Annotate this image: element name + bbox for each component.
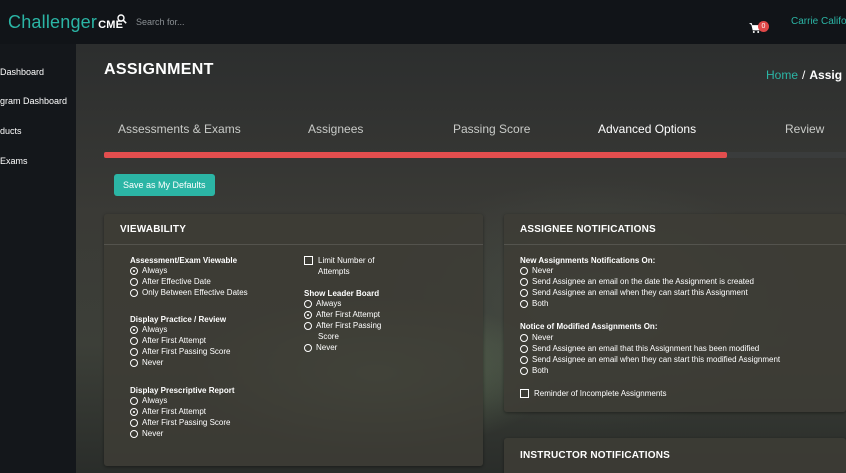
modified-option-email-modified[interactable]: Send Assignee an email that this Assignm… — [520, 344, 759, 354]
viewable-option-always[interactable]: Always — [130, 266, 167, 276]
radio[interactable] — [130, 348, 138, 356]
viewable-option-after-effective-date[interactable]: After Effective Date — [130, 277, 211, 287]
radio[interactable] — [304, 300, 312, 308]
radio[interactable] — [520, 356, 528, 364]
breadcrumb-separator: / — [802, 68, 806, 82]
radio-selected[interactable] — [130, 326, 138, 334]
radio-selected[interactable] — [130, 408, 138, 416]
checkbox[interactable] — [304, 256, 313, 265]
radio[interactable] — [130, 419, 138, 427]
modified-option-both[interactable]: Both — [520, 366, 548, 376]
page-title: ASSIGNMENT — [104, 61, 214, 78]
breadcrumb: Home / Assig — [766, 68, 842, 82]
leader-board-group-title: Show Leader Board — [304, 289, 380, 298]
leader-option-after-first-passing-line2: Score — [318, 332, 339, 341]
radio[interactable] — [130, 359, 138, 367]
new-option-email-on-created[interactable]: Send Assignee an email on the date the A… — [520, 277, 754, 287]
search-icon[interactable] — [117, 14, 127, 24]
tab-advanced-options[interactable]: Advanced Options — [598, 122, 696, 136]
radio-selected[interactable] — [304, 311, 312, 319]
radio[interactable] — [520, 367, 528, 375]
tab-passing-score[interactable]: Passing Score — [453, 122, 530, 136]
leader-option-after-first-attempt[interactable]: After First Attempt — [304, 310, 380, 320]
limit-attempts-label-line2: Attempts — [318, 267, 350, 276]
practice-option-after-first-attempt[interactable]: After First Attempt — [130, 336, 206, 346]
viewable-group-title: Assessment/Exam Viewable — [130, 256, 238, 265]
radio[interactable] — [130, 397, 138, 405]
sidebar: Dashboard gram Dashboard ducts Exams — [0, 44, 76, 473]
save-as-my-defaults-button[interactable]: Save as My Defaults — [114, 174, 215, 196]
viewability-panel-header: VIEWABILITY — [104, 214, 483, 245]
leader-option-always[interactable]: Always — [304, 299, 341, 309]
modified-option-email-start[interactable]: Send Assignee an email when they can sta… — [520, 355, 780, 365]
radio[interactable] — [520, 267, 528, 275]
radio[interactable] — [130, 337, 138, 345]
radio[interactable] — [130, 289, 138, 297]
tab-assessments-exams[interactable]: Assessments & Exams — [118, 122, 241, 136]
new-option-both[interactable]: Both — [520, 299, 548, 309]
viewable-option-between-dates[interactable]: Only Between Effective Dates — [130, 288, 248, 298]
sidebar-item-dashboard[interactable]: Dashboard — [0, 67, 44, 77]
prescriptive-option-after-first-attempt[interactable]: After First Attempt — [130, 407, 206, 417]
leader-option-never[interactable]: Never — [304, 343, 337, 353]
radio[interactable] — [130, 278, 138, 286]
brand-logo[interactable]: ChallengerCME — [8, 12, 123, 33]
breadcrumb-home-link[interactable]: Home — [766, 68, 798, 82]
radio[interactable] — [304, 344, 312, 352]
modified-option-never[interactable]: Never — [520, 333, 553, 343]
assignee-notifications-title: ASSIGNEE NOTIFICATIONS — [520, 224, 656, 235]
radio[interactable] — [520, 289, 528, 297]
sidebar-item-products[interactable]: ducts — [0, 126, 22, 136]
prescriptive-option-after-first-passing[interactable]: After First Passing Score — [130, 418, 230, 428]
practice-group-title: Display Practice / Review — [130, 315, 227, 324]
prescriptive-option-never[interactable]: Never — [130, 429, 163, 439]
sidebar-item-exams[interactable]: Exams — [0, 156, 28, 166]
wizard-progress-bar — [104, 152, 846, 158]
viewability-title: VIEWABILITY — [120, 224, 187, 235]
radio[interactable] — [130, 430, 138, 438]
sidebar-item-program-dashboard[interactable]: gram Dashboard — [0, 96, 67, 106]
top-bar: ChallengerCME 0 Carrie Califo — [0, 0, 846, 44]
radio[interactable] — [520, 334, 528, 342]
cart-count-badge: 0 — [758, 21, 769, 32]
checkbox[interactable] — [520, 389, 529, 398]
brand-name: Challenger — [8, 12, 98, 32]
leader-option-after-first-passing[interactable]: After First Passing — [304, 321, 381, 331]
limit-attempts-checkbox[interactable]: Limit Number of — [304, 256, 374, 266]
main-content: ASSIGNMENT Home / Assig Assessments & Exam… — [76, 44, 846, 473]
radio[interactable] — [304, 322, 312, 330]
prescriptive-option-always[interactable]: Always — [130, 396, 167, 406]
breadcrumb-current: Assig — [809, 68, 843, 82]
wizard-progress-fill — [104, 152, 728, 158]
tab-assignees[interactable]: Assignees — [308, 122, 363, 136]
instructor-notifications-title: INSTRUCTOR NOTIFICATIONS — [520, 450, 670, 461]
instructor-notifications-header: INSTRUCTOR NOTIFICATIONS — [504, 438, 846, 468]
modified-assignments-group-title: Notice of Modified Assignments On: — [520, 322, 658, 331]
tab-review[interactable]: Review — [785, 122, 824, 136]
radio[interactable] — [520, 278, 528, 286]
instructor-notifications-panel: INSTRUCTOR NOTIFICATIONS — [504, 438, 846, 473]
user-menu[interactable]: Carrie Califo — [791, 16, 846, 27]
radio[interactable] — [520, 345, 528, 353]
radio-selected[interactable] — [130, 267, 138, 275]
viewability-panel: VIEWABILITY Assessment/Exam Viewable Alw… — [104, 214, 483, 466]
prescriptive-group-title: Display Prescriptive Report — [130, 386, 235, 395]
reminder-incomplete-checkbox[interactable]: Reminder of Incomplete Assignments — [520, 389, 667, 399]
practice-option-after-first-passing[interactable]: After First Passing Score — [130, 347, 230, 357]
assignee-notifications-panel: ASSIGNEE NOTIFICATIONS New Assignments N… — [504, 214, 846, 412]
assignee-notifications-header: ASSIGNEE NOTIFICATIONS — [504, 214, 846, 245]
practice-option-always[interactable]: Always — [130, 325, 167, 335]
new-option-never[interactable]: Never — [520, 266, 553, 276]
new-option-email-on-start[interactable]: Send Assignee an email when they can sta… — [520, 288, 748, 298]
new-assignments-group-title: New Assignments Notifications On: — [520, 256, 656, 265]
radio[interactable] — [520, 300, 528, 308]
search-input[interactable] — [134, 12, 438, 32]
practice-option-never[interactable]: Never — [130, 358, 163, 368]
